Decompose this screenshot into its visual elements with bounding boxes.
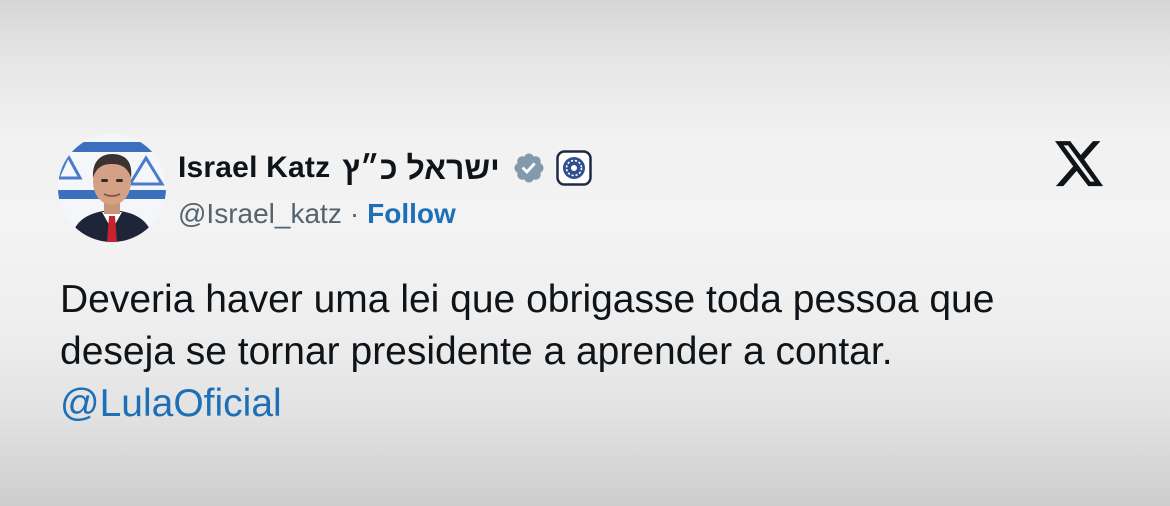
author-display-name[interactable]: Israel Katz <box>178 151 330 185</box>
tweet-text-line-2: deseja se tornar presidente a aprender a… <box>60 330 893 373</box>
separator-dot: · <box>349 198 360 229</box>
author-name-row: Israel Katz ישראל כ״ץ <box>178 146 592 190</box>
avatar[interactable] <box>58 134 166 242</box>
author-handle-row: @Israel_katz · Follow <box>178 194 456 234</box>
verified-badge-icon <box>512 151 546 185</box>
tweet-card: Israel Katz ישראל כ״ץ @Israel_katz · Fol… <box>0 0 1170 506</box>
author-hebrew-name[interactable]: ישראל כ״ץ <box>342 150 500 187</box>
tweet-text-line-1: Deveria haver uma lei que obrigasse toda… <box>60 278 995 321</box>
follow-button[interactable]: Follow <box>367 198 456 230</box>
author-handle[interactable]: @Israel_katz <box>178 198 342 230</box>
mention-link[interactable]: @LulaOficial <box>60 378 1140 430</box>
government-affiliate-icon[interactable] <box>556 150 592 186</box>
avatar-photo <box>58 134 166 242</box>
x-logo-icon[interactable] <box>1054 138 1106 190</box>
tweet-body: Deveria haver uma lei que obrigasse toda… <box>60 274 1140 430</box>
